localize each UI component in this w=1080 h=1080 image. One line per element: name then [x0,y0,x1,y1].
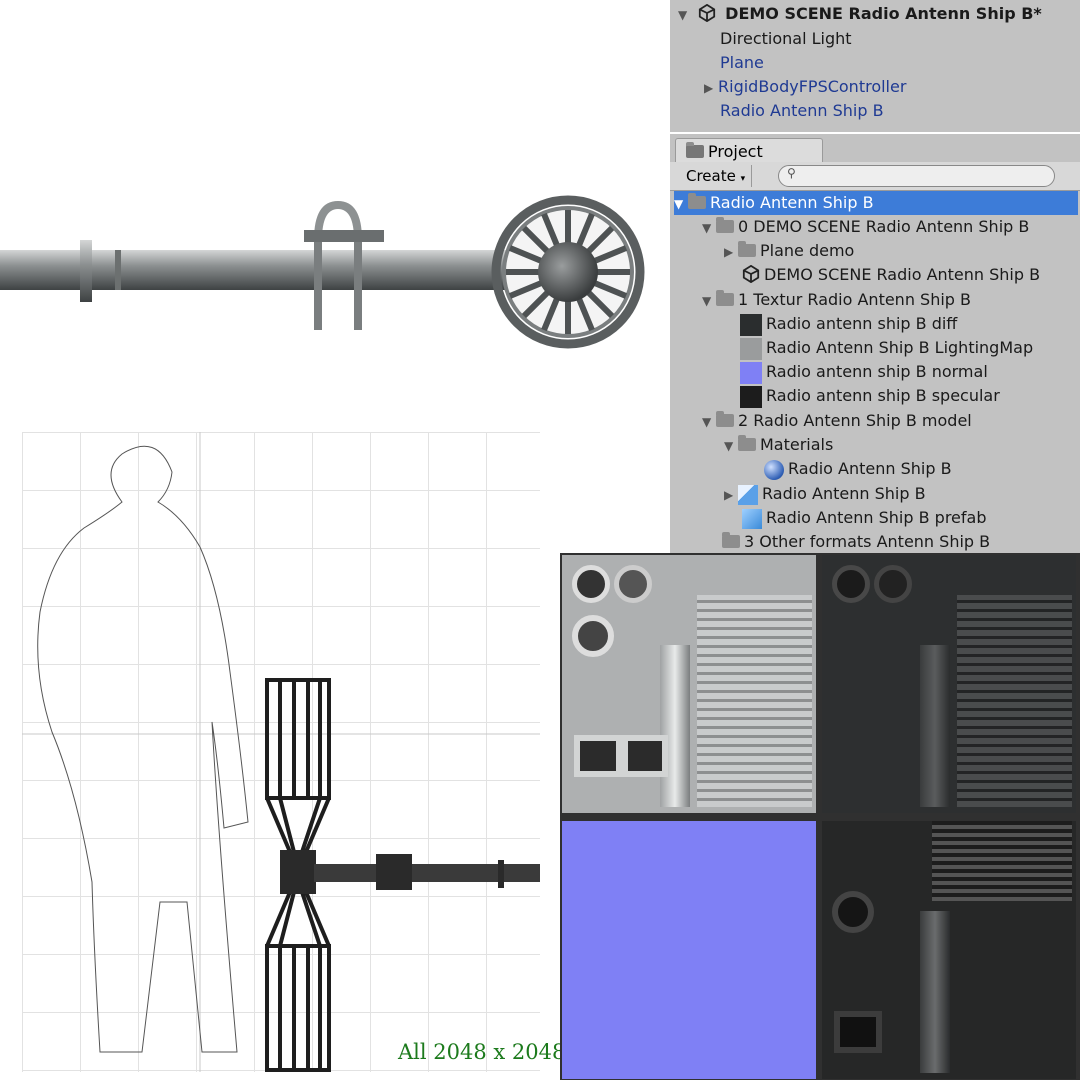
normal-texture-preview [562,821,816,1079]
model-icon [738,484,758,505]
hierarchy-item-fps-controller[interactable]: ▶ RigidBodyFPSController [704,75,906,99]
tree-item-texture-folder[interactable]: ▼ 1 Textur Radio Antenn Ship B [702,288,971,312]
texture-thumbnail-icon [740,361,762,384]
tree-item-other-formats-folder[interactable]: 3 Other formats Antenn Ship B [722,530,990,554]
tree-item-model[interactable]: ▶ Radio Antenn Ship B [724,482,926,506]
expand-arrow-icon[interactable]: ▼ [674,192,688,216]
tab-project[interactable]: Project [675,138,823,164]
texture-preview-grid [560,553,1080,1080]
specular-texture-preview [822,555,1076,813]
project-toolbar: Create ▾ ⚲ [670,162,1080,191]
tree-item-demo-scene[interactable]: DEMO SCENE Radio Antenn Ship B [742,263,1040,287]
scene-header[interactable]: ▼ DEMO SCENE Radio Antenn Ship B* [678,2,1042,26]
folder-icon [722,532,740,548]
human-silhouette-icon [37,445,249,1053]
tree-item-materials-folder[interactable]: ▼ Materials [724,433,833,457]
lightmap-texture-preview [822,821,1076,1079]
unity-scene-icon [742,265,760,283]
hierarchy-item-plane[interactable]: Plane [720,51,764,75]
tree-item-material[interactable]: Radio Antenn Ship B [764,457,952,481]
tree-item-diff-texture[interactable]: Radio antenn ship B diff [740,312,957,336]
tree-item-label: Radio Antenn Ship B [710,193,874,212]
material-sphere-icon [764,459,784,480]
folder-icon [716,217,734,233]
folder-icon [738,241,756,257]
folder-icon [738,435,756,451]
tree-item-plane-demo[interactable]: ▶ Plane demo [724,239,854,263]
tree-item-label: Materials [760,435,834,454]
texture-size-label: All 2048 x 2048 [398,1040,566,1064]
folder-icon [686,142,704,158]
texture-thumbnail-icon [740,337,762,360]
tree-item-label: Radio Antenn Ship B LightingMap [766,338,1034,357]
hierarchy-item-label: RigidBodyFPSController [718,77,907,96]
hierarchy-item-directional-light[interactable]: Directional Light [720,27,852,51]
folder-icon [688,193,706,209]
collapsed-arrow-icon[interactable]: ▶ [704,76,718,100]
unity-logo-icon [698,4,715,22]
scale-drawing [22,432,540,1072]
tree-item-lightmap-texture[interactable]: Radio Antenn Ship B LightingMap [740,336,1033,360]
folder-icon [716,290,734,306]
hierarchy-item-label: Plane [720,53,764,72]
diffuse-texture-preview [562,555,816,813]
tree-item-specular-texture[interactable]: Radio antenn ship B specular [740,384,1000,408]
dropdown-icon: ▾ [740,174,746,184]
hierarchy-item-radio-antenn[interactable]: Radio Antenn Ship B [720,99,884,123]
create-label: Create [686,167,736,185]
tree-item-prefab[interactable]: Radio Antenn Ship B prefab [742,506,986,530]
tree-item-label: 2 Radio Antenn Ship B model [738,411,972,430]
tree-item-label: DEMO SCENE Radio Antenn Ship B [764,265,1041,284]
tab-label: Project [708,142,763,161]
tree-item-label: Plane demo [760,241,855,260]
tree-item-root-folder[interactable]: ▼ Radio Antenn Ship B [674,191,1078,215]
project-panel: Project Create ▾ ⚲ ▼ Radio Antenn Ship B … [670,134,1080,554]
expand-arrow-icon[interactable]: ▼ [702,289,716,313]
texture-thumbnail-icon [740,313,762,336]
tree-item-label: Radio Antenn Ship B [788,459,952,478]
tree-item-label: Radio antenn ship B diff [766,314,958,333]
tree-item-label: 3 Other formats Antenn Ship B [744,532,991,551]
folder-icon [716,411,734,427]
tree-item-label: Radio Antenn Ship B [762,484,926,503]
tree-item-demo-scene-folder[interactable]: ▼ 0 DEMO SCENE Radio Antenn Ship B [702,215,1029,239]
collapsed-arrow-icon[interactable]: ▶ [724,483,738,507]
tree-item-label: 0 DEMO SCENE Radio Antenn Ship B [738,217,1030,236]
collapsed-arrow-icon[interactable]: ▶ [724,240,738,264]
search-icon: ⚲ [787,166,796,180]
expand-arrow-icon[interactable]: ▼ [702,410,716,434]
texture-thumbnail-icon [740,385,762,408]
expand-arrow-icon[interactable]: ▼ [724,434,738,458]
hierarchy-item-label: Radio Antenn Ship B [720,101,884,120]
tree-item-normal-texture[interactable]: Radio antenn ship B normal [740,360,988,384]
expand-arrow-icon[interactable]: ▼ [678,3,692,27]
tree-item-label: Radio antenn ship B specular [766,386,1000,405]
create-button[interactable]: Create ▾ [680,165,753,187]
search-input[interactable]: ⚲ [778,165,1055,187]
tree-item-label: 1 Textur Radio Antenn Ship B [738,290,972,309]
prefab-cube-icon [742,508,762,529]
hierarchy-panel: ▼ DEMO SCENE Radio Antenn Ship B* Direct… [670,0,1080,132]
antenna-render-side [0,195,645,349]
hierarchy-item-label: Directional Light [720,29,852,48]
scene-title: DEMO SCENE Radio Antenn Ship B* [725,4,1042,23]
tree-item-label: Radio antenn ship B normal [766,362,988,381]
expand-arrow-icon[interactable]: ▼ [702,216,716,240]
tree-item-model-folder[interactable]: ▼ 2 Radio Antenn Ship B model [702,409,972,433]
tree-item-label: Radio Antenn Ship B prefab [766,508,987,527]
